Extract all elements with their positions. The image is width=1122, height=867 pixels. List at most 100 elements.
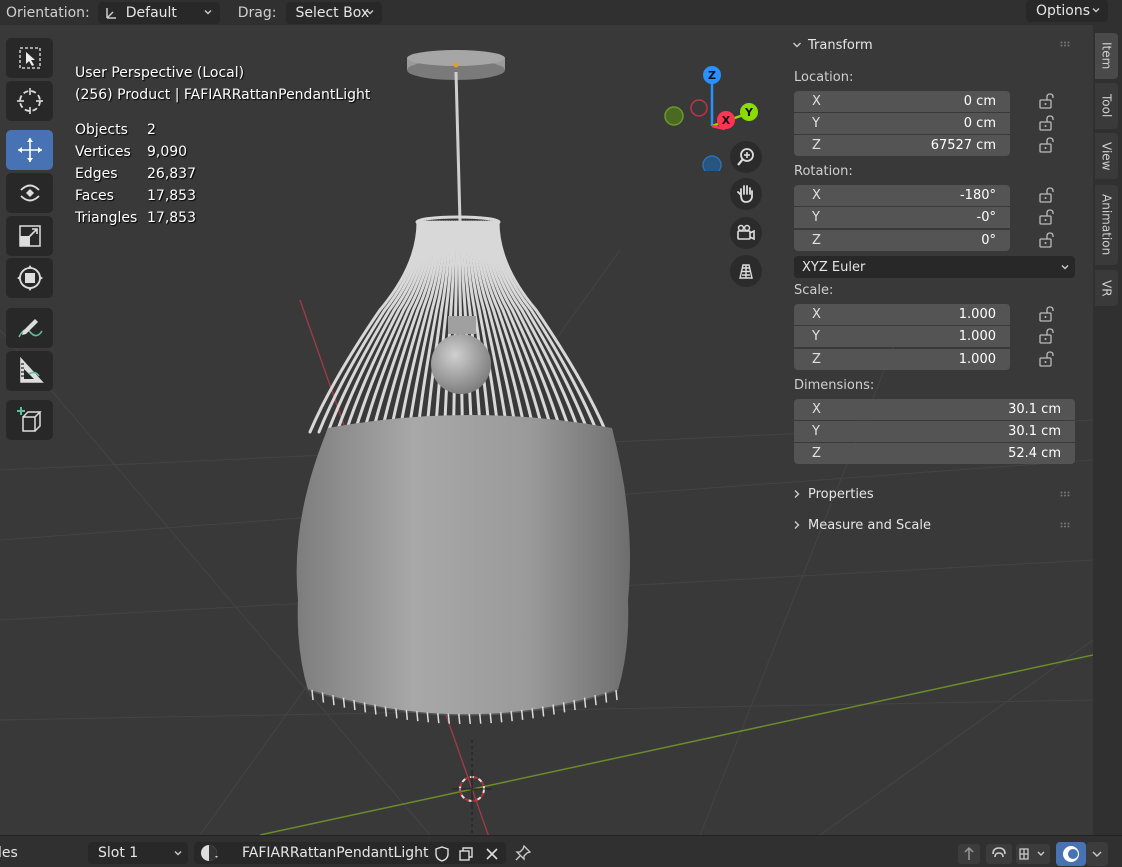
duplicate-icon[interactable]: [458, 846, 474, 862]
tab-vr[interactable]: VR: [1095, 270, 1118, 306]
lock-toggle[interactable]: [1038, 306, 1056, 322]
move-icon: [17, 138, 42, 162]
ortho-toggle-button[interactable]: [730, 255, 762, 287]
rotation-x-field[interactable]: X -180°: [794, 185, 1010, 206]
unlock-icon: [1039, 115, 1054, 131]
lock-toggle[interactable]: [1038, 187, 1056, 203]
transform-tool[interactable]: [6, 258, 53, 298]
zoom-in-icon: [737, 148, 754, 166]
unlock-icon: [1039, 328, 1054, 344]
options-dropdown[interactable]: Options: [1026, 0, 1108, 22]
cursor-tool[interactable]: [6, 81, 53, 121]
tab-tool[interactable]: Tool: [1095, 83, 1118, 129]
tab-label: View: [1099, 141, 1114, 171]
add-cube-tool[interactable]: [6, 400, 53, 440]
tab-animation[interactable]: Animation: [1095, 185, 1118, 265]
location-z-field[interactable]: Z 67527 cm: [794, 135, 1010, 156]
arrow-up-icon[interactable]: [958, 844, 980, 864]
stat-value: 26,837: [147, 166, 196, 182]
camera-view-button[interactable]: [730, 217, 762, 249]
stat-value: 2: [147, 122, 156, 138]
stat-row: Edges 26,837: [75, 163, 196, 185]
stat-row: Objects 2: [75, 119, 196, 141]
stat-label: Edges: [75, 166, 118, 182]
proportional-edit-icon[interactable]: [986, 844, 1012, 864]
drag-grip-icon[interactable]: [1060, 522, 1072, 528]
tab-label: Item: [1099, 42, 1114, 70]
lock-toggle[interactable]: [1038, 209, 1056, 225]
fringe-strand: [478, 713, 482, 724]
lock-toggle[interactable]: [1038, 93, 1056, 109]
orientation-dropdown[interactable]: Default: [97, 1, 220, 24]
tab-item[interactable]: Item: [1095, 33, 1118, 79]
properties-panel-header[interactable]: Properties: [792, 483, 874, 505]
rotate-tool[interactable]: [6, 173, 53, 213]
scale-x-field[interactable]: X 1.000: [794, 304, 1010, 325]
transform-panel-header[interactable]: Transform: [792, 34, 873, 56]
drag-grip-icon[interactable]: [1060, 491, 1072, 497]
lock-toggle[interactable]: [1038, 232, 1056, 248]
stat-row: Vertices 9,090: [75, 141, 196, 163]
material-ball-icon[interactable]: [200, 844, 220, 862]
tab-view[interactable]: View: [1095, 133, 1118, 179]
zoom-button[interactable]: [730, 141, 762, 173]
overlay-toggle-icon[interactable]: [1056, 842, 1108, 866]
dimensions-z-field[interactable]: Z 52.4 cm: [794, 443, 1075, 464]
chevron-down-icon: [204, 9, 212, 14]
drag-grip-icon[interactable]: [1060, 41, 1072, 47]
unlock-icon: [1039, 209, 1054, 225]
lock-toggle[interactable]: [1038, 328, 1056, 344]
location-y-field[interactable]: Y 0 cm: [794, 113, 1010, 134]
transform-icon: [16, 265, 43, 291]
scale-tool[interactable]: [6, 216, 53, 256]
drag-label: Drag:: [237, 4, 277, 21]
stat-row: Faces 17,853: [75, 185, 196, 207]
material-slot-dropdown[interactable]: Slot 1: [88, 842, 188, 864]
rotation-mode-value: XYZ Euler: [802, 259, 866, 275]
fringe-strand: [311, 689, 314, 701]
pan-button[interactable]: [730, 178, 762, 210]
fringe-strand: [604, 692, 608, 703]
fringe-strand: [541, 706, 545, 717]
rotation-z-field[interactable]: Z 0°: [794, 230, 1010, 251]
material-bar: les Slot 1 FAFIARRattanPendantLight: [0, 835, 1122, 867]
rotation-mode-dropdown[interactable]: XYZ Euler: [794, 256, 1075, 278]
rotation-y-field[interactable]: Y -0°: [794, 207, 1010, 228]
material-name: FAFIARRattanPendantLight: [242, 845, 429, 861]
chevron-down-icon: [1061, 265, 1069, 270]
scale-z-field[interactable]: Z 1.000: [794, 349, 1010, 370]
shield-icon[interactable]: [434, 846, 450, 862]
measure-panel-header[interactable]: Measure and Scale: [792, 514, 931, 536]
field-value: -180°: [959, 188, 996, 203]
field-value: 30.1 cm: [1008, 402, 1061, 417]
fringe-strand: [363, 702, 367, 713]
grid-icon: [739, 264, 753, 279]
fringe-strand: [489, 713, 492, 724]
fringe-strand: [531, 708, 534, 719]
field-value: 30.1 cm: [1008, 424, 1061, 439]
stat-label: Objects: [75, 122, 128, 138]
field-value: 1.000: [958, 307, 996, 322]
move-tool[interactable]: [6, 130, 53, 170]
close-icon[interactable]: [484, 846, 500, 862]
snap-icon[interactable]: [1016, 844, 1050, 864]
lock-toggle[interactable]: [1038, 137, 1056, 153]
measure-tool[interactable]: [6, 351, 53, 391]
rotation-label: Rotation:: [794, 164, 853, 179]
lock-toggle[interactable]: [1038, 351, 1056, 367]
select-box-tool[interactable]: [6, 38, 53, 78]
fringe-strand: [552, 704, 555, 715]
scale-y-field[interactable]: Y 1.000: [794, 326, 1010, 347]
lock-toggle[interactable]: [1038, 115, 1056, 131]
dimensions-x-field[interactable]: X 30.1 cm: [794, 399, 1075, 420]
field-value: 0 cm: [963, 116, 996, 131]
material-selector[interactable]: FAFIARRattanPendantLight: [194, 842, 506, 864]
chevron-down-icon: [1092, 8, 1100, 13]
annotate-tool[interactable]: [6, 308, 53, 348]
pin-icon[interactable]: [515, 845, 531, 861]
location-x-field[interactable]: X 0 cm: [794, 91, 1010, 112]
fringe-strand: [562, 702, 566, 713]
drag-dropdown[interactable]: Select Box: [286, 1, 383, 24]
fringe-strand: [468, 713, 471, 725]
dimensions-y-field[interactable]: Y 30.1 cm: [794, 421, 1075, 442]
